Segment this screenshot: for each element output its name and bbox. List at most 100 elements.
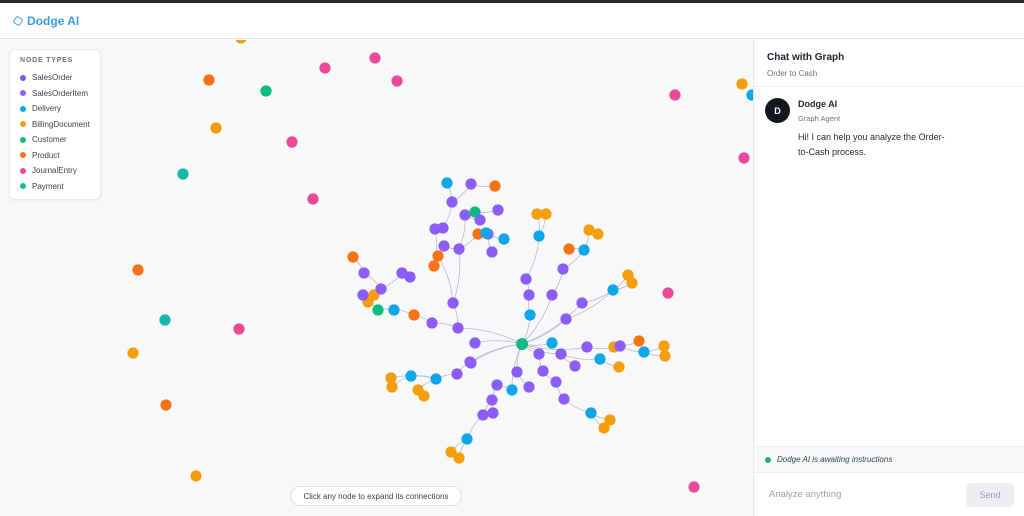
graph-node[interactable] — [453, 452, 465, 464]
graph-node[interactable] — [369, 52, 381, 64]
graph-node[interactable] — [626, 277, 638, 289]
graph-node[interactable] — [486, 246, 498, 258]
graph-node[interactable] — [598, 422, 610, 434]
graph-node[interactable] — [426, 317, 438, 329]
graph-node[interactable] — [447, 297, 459, 309]
graph-node[interactable] — [260, 85, 272, 97]
graph-node[interactable] — [638, 346, 650, 358]
graph-node[interactable] — [523, 381, 535, 393]
graph-node[interactable] — [578, 244, 590, 256]
graph-node[interactable] — [489, 180, 501, 192]
graph-node[interactable] — [533, 348, 545, 360]
brand[interactable]: Dodge AI — [12, 14, 79, 28]
graph-node[interactable] — [523, 289, 535, 301]
graph-node[interactable] — [203, 74, 215, 86]
graph-node[interactable] — [307, 193, 319, 205]
graph-node[interactable] — [438, 240, 450, 252]
graph-node[interactable] — [372, 304, 384, 316]
graph-node[interactable] — [428, 260, 440, 272]
graph-node[interactable] — [319, 62, 331, 74]
graph-node[interactable] — [465, 178, 477, 190]
graph-node[interactable] — [669, 89, 681, 101]
graph-node[interactable] — [607, 284, 619, 296]
graph-node[interactable] — [159, 314, 171, 326]
graph-node[interactable] — [560, 313, 572, 325]
graph-node[interactable] — [469, 337, 481, 349]
graph-node[interactable] — [487, 407, 499, 419]
graph-node[interactable] — [563, 243, 575, 255]
graph-node[interactable] — [459, 209, 471, 221]
graph-node[interactable] — [555, 348, 567, 360]
graph-node[interactable] — [210, 122, 222, 134]
graph-canvas[interactable] — [0, 40, 753, 516]
graph-nodes[interactable] — [127, 40, 753, 493]
graph-node[interactable] — [557, 263, 569, 275]
send-button[interactable]: Send — [966, 482, 1014, 507]
graph-node[interactable] — [388, 304, 400, 316]
graph-node[interactable] — [404, 271, 416, 283]
graph-node[interactable] — [375, 283, 387, 295]
graph-node[interactable] — [177, 168, 189, 180]
graph-node[interactable] — [546, 289, 558, 301]
graph-node[interactable] — [480, 227, 492, 239]
graph-node[interactable] — [658, 340, 670, 352]
graph-node[interactable] — [347, 251, 359, 263]
graph-node[interactable] — [127, 347, 139, 359]
graph-node[interactable] — [633, 335, 645, 347]
graph-node[interactable] — [511, 366, 523, 378]
graph-node[interactable] — [524, 309, 536, 321]
graph-node[interactable] — [498, 233, 510, 245]
graph-node[interactable] — [160, 399, 172, 411]
chat-input[interactable] — [767, 488, 966, 501]
graph-node[interactable] — [477, 409, 489, 421]
graph-node[interactable] — [418, 390, 430, 402]
graph-node[interactable] — [558, 393, 570, 405]
graph-node[interactable] — [614, 340, 626, 352]
graph-node[interactable] — [386, 381, 398, 393]
graph-node[interactable] — [474, 214, 486, 226]
graph-node[interactable] — [432, 250, 444, 262]
graph-node[interactable] — [464, 356, 476, 368]
graph-node[interactable] — [738, 152, 750, 164]
graph-node[interactable] — [594, 353, 606, 365]
graph-node[interactable] — [408, 309, 420, 321]
graph-node[interactable] — [451, 368, 463, 380]
graph-node[interactable] — [453, 243, 465, 255]
graph-node[interactable] — [446, 196, 458, 208]
graph-node[interactable] — [569, 360, 581, 372]
graph-node[interactable] — [581, 341, 593, 353]
graph-node[interactable] — [537, 365, 549, 377]
graph-node[interactable] — [662, 287, 674, 299]
graph-svg[interactable] — [0, 40, 753, 516]
graph-node[interactable] — [405, 370, 417, 382]
graph-node[interactable] — [235, 40, 247, 44]
graph-node[interactable] — [520, 273, 532, 285]
graph-node[interactable] — [746, 89, 753, 101]
graph-node[interactable] — [358, 267, 370, 279]
graph-node[interactable] — [486, 394, 498, 406]
graph-node[interactable] — [452, 322, 464, 334]
graph-node[interactable] — [441, 177, 453, 189]
graph-node[interactable] — [491, 379, 503, 391]
graph-node[interactable] — [592, 228, 604, 240]
graph-node[interactable] — [437, 222, 449, 234]
graph-node[interactable] — [659, 350, 671, 362]
graph-node[interactable] — [550, 376, 562, 388]
graph-node[interactable] — [688, 481, 700, 493]
graph-node[interactable] — [736, 78, 748, 90]
graph-node[interactable] — [492, 204, 504, 216]
graph-node[interactable] — [576, 297, 588, 309]
graph-node[interactable] — [585, 407, 597, 419]
graph-node[interactable] — [190, 470, 202, 482]
graph-node[interactable] — [430, 373, 442, 385]
graph-node[interactable] — [132, 264, 144, 276]
graph-node[interactable] — [506, 384, 518, 396]
graph-node[interactable] — [516, 338, 528, 350]
graph-node[interactable] — [533, 230, 545, 242]
graph-node[interactable] — [357, 289, 369, 301]
graph-node[interactable] — [233, 323, 245, 335]
graph-node[interactable] — [286, 136, 298, 148]
graph-node[interactable] — [391, 75, 403, 87]
graph-node[interactable] — [546, 337, 558, 349]
graph-node[interactable] — [613, 361, 625, 373]
